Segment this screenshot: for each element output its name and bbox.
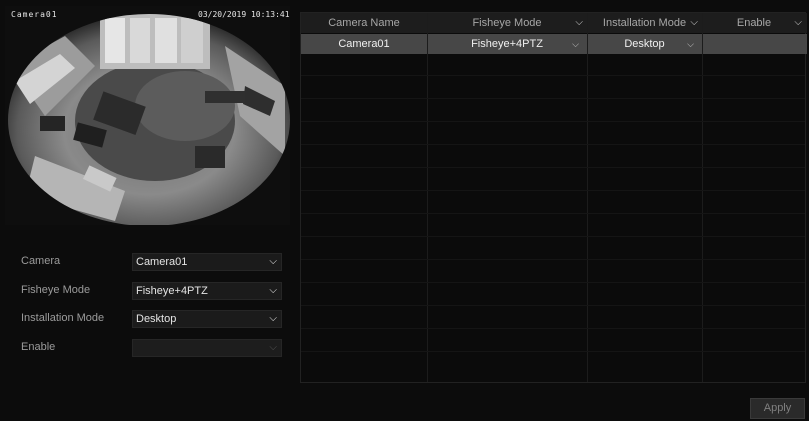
- table-header: Camera Name Fisheye Mode ⌵ Installation …: [301, 13, 807, 33]
- row-divider: [301, 190, 805, 191]
- chevron-down-icon: ⌵: [269, 285, 277, 296]
- row-divider: [301, 98, 805, 99]
- installation-mode-select-value: Desktop: [136, 313, 177, 325]
- fisheye-mode-select-value: Fisheye+4PTZ: [136, 285, 208, 297]
- row-divider: [301, 305, 805, 306]
- installation-mode-label: Installation Mode: [21, 312, 105, 324]
- column-header-camera-name: Camera Name: [328, 17, 400, 29]
- chevron-down-icon[interactable]: ⌵: [690, 13, 698, 33]
- enable-label: Enable: [21, 341, 56, 353]
- installation-mode-row: Installation Mode Desktop ⌵: [21, 310, 283, 328]
- osd-camera-name: Camera01: [11, 10, 58, 19]
- fisheye-mode-row: Fisheye Mode Fisheye+4PTZ ⌵: [21, 282, 283, 300]
- chevron-down-icon: ⌵: [269, 256, 277, 267]
- column-header-installation-mode[interactable]: Installation Mode ⌵: [587, 13, 702, 33]
- installation-mode-select[interactable]: Desktop ⌵: [132, 310, 282, 328]
- row-divider: [301, 236, 805, 237]
- cell-fisheye-mode-select[interactable]: Fisheye+4PTZ ⌵: [427, 34, 587, 54]
- cell-enable[interactable]: [702, 34, 806, 54]
- row-divider: [301, 282, 805, 283]
- camera-row: Camera Camera01 ⌵: [21, 253, 283, 271]
- column-divider: [587, 13, 588, 382]
- column-divider: [427, 13, 428, 382]
- camera-label: Camera: [21, 255, 61, 267]
- fisheye-mode-label: Fisheye Mode: [21, 284, 91, 296]
- fisheye-camera-table: Camera Name Fisheye Mode ⌵ Installation …: [300, 12, 807, 383]
- cell-camera-name: Camera01: [338, 38, 390, 50]
- camera-select[interactable]: Camera01 ⌵: [132, 253, 282, 271]
- column-divider: [702, 13, 703, 382]
- row-divider: [301, 213, 805, 214]
- chevron-down-icon[interactable]: ⌵: [575, 13, 583, 33]
- row-divider: [301, 351, 805, 352]
- enable-select[interactable]: ⌵: [132, 339, 282, 357]
- row-divider: [301, 259, 805, 260]
- chevron-down-icon[interactable]: ⌵: [794, 13, 802, 33]
- table-row[interactable]: Camera01 Fisheye+4PTZ ⌵ Desktop ⌵: [301, 34, 807, 54]
- cell-installation-mode-select[interactable]: Desktop ⌵: [587, 34, 702, 54]
- row-divider: [301, 121, 805, 122]
- chevron-down-icon: ⌵: [687, 39, 694, 49]
- osd-datetime: 03/20/2019 10:13:41: [198, 10, 290, 19]
- chevron-down-icon: ⌵: [269, 342, 277, 353]
- chevron-down-icon: ⌵: [572, 39, 579, 49]
- chevron-down-icon: ⌵: [269, 313, 277, 324]
- fisheye-mode-select[interactable]: Fisheye+4PTZ ⌵: [132, 282, 282, 300]
- column-header-enable[interactable]: Enable ⌵: [702, 13, 806, 33]
- enable-row: Enable ⌵: [21, 339, 283, 357]
- row-divider: [301, 328, 805, 329]
- apply-button[interactable]: Apply: [750, 398, 805, 419]
- column-header-fisheye-mode[interactable]: Fisheye Mode ⌵: [427, 13, 587, 33]
- row-divider: [301, 167, 805, 168]
- fisheye-preview: Camera01 03/20/2019 10:13:41: [5, 6, 290, 225]
- row-divider: [301, 75, 805, 76]
- camera-select-value: Camera01: [136, 256, 188, 268]
- row-divider: [301, 144, 805, 145]
- fisheye-image: [5, 6, 290, 225]
